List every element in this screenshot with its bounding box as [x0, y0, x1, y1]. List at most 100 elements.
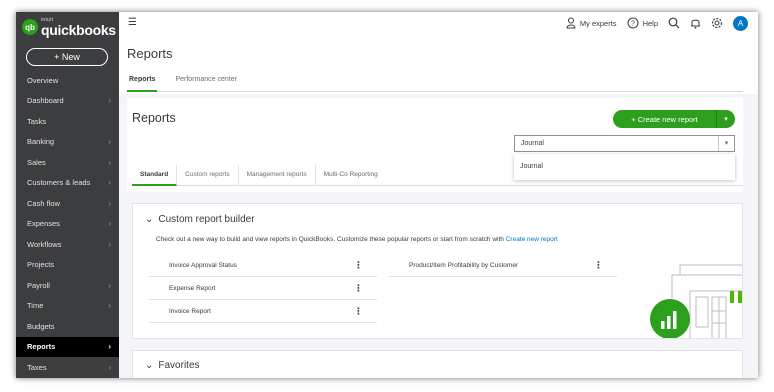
report-item[interactable]: Invoice Approval Status ⋮	[149, 254, 377, 277]
sidebar-item-label: Payroll	[27, 280, 50, 290]
report-illustration	[650, 264, 742, 338]
sidebar-item-label: Workflows	[27, 239, 62, 249]
my-experts-label: My experts	[579, 18, 617, 28]
tab-standard[interactable]: Standard	[132, 165, 178, 186]
favorites-card: ⌄ Favorites	[132, 350, 743, 378]
search-value: Journal	[521, 140, 544, 147]
custom-report-builder-toggle[interactable]: ⌄ Custom report builder	[145, 214, 255, 225]
section-title: Reports	[132, 111, 176, 125]
favorites-toggle[interactable]: ⌄ Favorites	[145, 360, 200, 371]
report-item[interactable]: Invoice Report ⋮	[149, 300, 377, 323]
card-description: Check out a new way to build and view re…	[156, 236, 558, 243]
new-button[interactable]: + New	[26, 48, 108, 66]
chevron-down-icon: ⌄	[145, 360, 154, 371]
chevron-right-icon: ›	[108, 301, 111, 311]
more-options-icon[interactable]: ⋮	[354, 283, 363, 294]
qb-logo-icon: qb	[22, 19, 38, 35]
report-item-label: Invoice Approval Status	[169, 261, 237, 269]
sidebar: qb intuit quickbooks + New Overview Dashb…	[16, 12, 119, 378]
tab-multi-co-reporting[interactable]: Multi-Co Reporting	[316, 165, 386, 186]
bell-icon[interactable]	[690, 17, 701, 29]
help-label: Help	[642, 18, 658, 28]
sidebar-item-projects[interactable]: Projects	[16, 255, 119, 276]
sidebar-item-payroll[interactable]: Payroll ›	[16, 275, 119, 296]
chevron-down-icon: ⌄	[145, 214, 154, 225]
sidebar-item-label: Sales	[27, 157, 46, 167]
person-icon	[566, 17, 576, 29]
sidebar-item-taxes[interactable]: Taxes ›	[16, 357, 119, 378]
sidebar-item-label: Cash flow	[27, 198, 60, 208]
report-item[interactable]: Expense Report ⋮	[149, 277, 377, 300]
chevron-right-icon: ›	[108, 342, 111, 352]
chevron-down-icon: ▾	[724, 116, 728, 123]
sidebar-item-reports[interactable]: Reports ›	[16, 336, 119, 357]
sidebar-item-budgets[interactable]: Budgets	[16, 316, 119, 337]
sidebar-item-customers-leads[interactable]: Customers & leads ›	[16, 173, 119, 194]
sidebar-item-workflows[interactable]: Workflows ›	[16, 234, 119, 255]
sidebar-nav: Overview Dashboard › Tasks Banking › Sales › Cus…	[16, 70, 119, 378]
menu-collapse-icon[interactable]: ☰	[128, 17, 137, 28]
sidebar-item-expenses[interactable]: Expenses ›	[16, 214, 119, 235]
sidebar-item-label: Dashboard	[27, 96, 64, 106]
app-window: qb intuit quickbooks + New Overview Dashb…	[16, 12, 758, 378]
sidebar-item-label: Reports	[27, 342, 56, 352]
chevron-right-icon: ›	[108, 198, 111, 208]
sidebar-item-overview[interactable]: Overview	[16, 70, 119, 91]
create-report-dropdown-toggle[interactable]: ▾	[716, 110, 735, 128]
svg-text:?: ?	[631, 21, 635, 28]
tab-management-reports[interactable]: Management reports	[239, 165, 316, 186]
chevron-down-icon[interactable]: ▾	[718, 136, 734, 151]
sidebar-item-label: Banking	[27, 137, 55, 147]
sidebar-item-sales[interactable]: Sales ›	[16, 152, 119, 173]
brand-name: quickbooks	[41, 21, 116, 38]
sidebar-item-cash-flow[interactable]: Cash flow ›	[16, 193, 119, 214]
more-options-icon[interactable]: ⋮	[354, 260, 363, 271]
sidebar-item-label: Projects	[27, 260, 55, 270]
search-icon[interactable]	[668, 17, 680, 29]
chevron-right-icon: ›	[108, 219, 111, 229]
sidebar-item-label: Budgets	[27, 321, 55, 331]
help-icon: ?	[627, 17, 639, 29]
card-title: Custom report builder	[158, 214, 255, 225]
report-item-label: Product/Item Profitability by Customer	[409, 261, 519, 269]
chevron-right-icon: ›	[108, 362, 111, 372]
report-search-input[interactable]: Journal ▾	[514, 135, 735, 152]
sidebar-item-tasks[interactable]: Tasks	[16, 111, 119, 132]
sidebar-item-label: Customers & leads	[27, 178, 91, 188]
help-link[interactable]: ? Help	[627, 17, 658, 29]
my-experts-link[interactable]: My experts	[566, 17, 617, 29]
gear-icon[interactable]	[711, 17, 723, 29]
avatar[interactable]: A	[733, 15, 748, 31]
chevron-right-icon: ›	[108, 157, 111, 167]
report-item-label: Invoice Report	[169, 307, 211, 315]
topbar: ☰ My experts ? Help A	[119, 12, 758, 34]
page-tabs: Reports Performance center	[127, 72, 743, 92]
sidebar-item-time[interactable]: Time ›	[16, 296, 119, 317]
report-item-label: Expense Report	[169, 284, 216, 292]
report-item[interactable]: Product/Item Profitability by Customer ⋮	[389, 254, 617, 277]
chevron-right-icon: ›	[108, 96, 111, 106]
favorites-title: Favorites	[158, 360, 200, 371]
sidebar-item-label: Taxes	[27, 362, 47, 372]
chevron-right-icon: ›	[108, 280, 111, 290]
more-options-icon[interactable]: ⋮	[594, 260, 603, 271]
quickbooks-logo[interactable]: qb intuit quickbooks	[22, 17, 116, 37]
chevron-right-icon: ›	[108, 178, 111, 188]
tab-performance-center[interactable]: Performance center	[173, 72, 238, 92]
tab-reports[interactable]: Reports	[127, 72, 158, 92]
sidebar-item-label: Tasks	[27, 116, 47, 126]
report-list-right: Product/Item Profitability by Customer ⋮	[389, 254, 617, 277]
chevron-right-icon: ›	[108, 137, 111, 147]
custom-report-builder-card: ⌄ Custom report builder Check out a new …	[132, 203, 743, 339]
create-new-report-button[interactable]: + Create new report	[613, 110, 716, 128]
sidebar-item-label: Overview	[27, 75, 59, 85]
create-new-report-link[interactable]: Create new report	[506, 236, 558, 243]
sidebar-item-dashboard[interactable]: Dashboard ›	[16, 91, 119, 112]
more-options-icon[interactable]: ⋮	[354, 306, 363, 317]
sidebar-item-label: Time	[27, 301, 44, 311]
search-suggestion[interactable]: Journal	[514, 154, 735, 180]
sidebar-item-banking[interactable]: Banking ›	[16, 132, 119, 153]
tab-custom-reports[interactable]: Custom reports	[177, 165, 239, 186]
chevron-right-icon: ›	[108, 239, 111, 249]
report-list-left: Invoice Approval Status ⋮ Expense Report ⋮ I…	[149, 254, 377, 323]
